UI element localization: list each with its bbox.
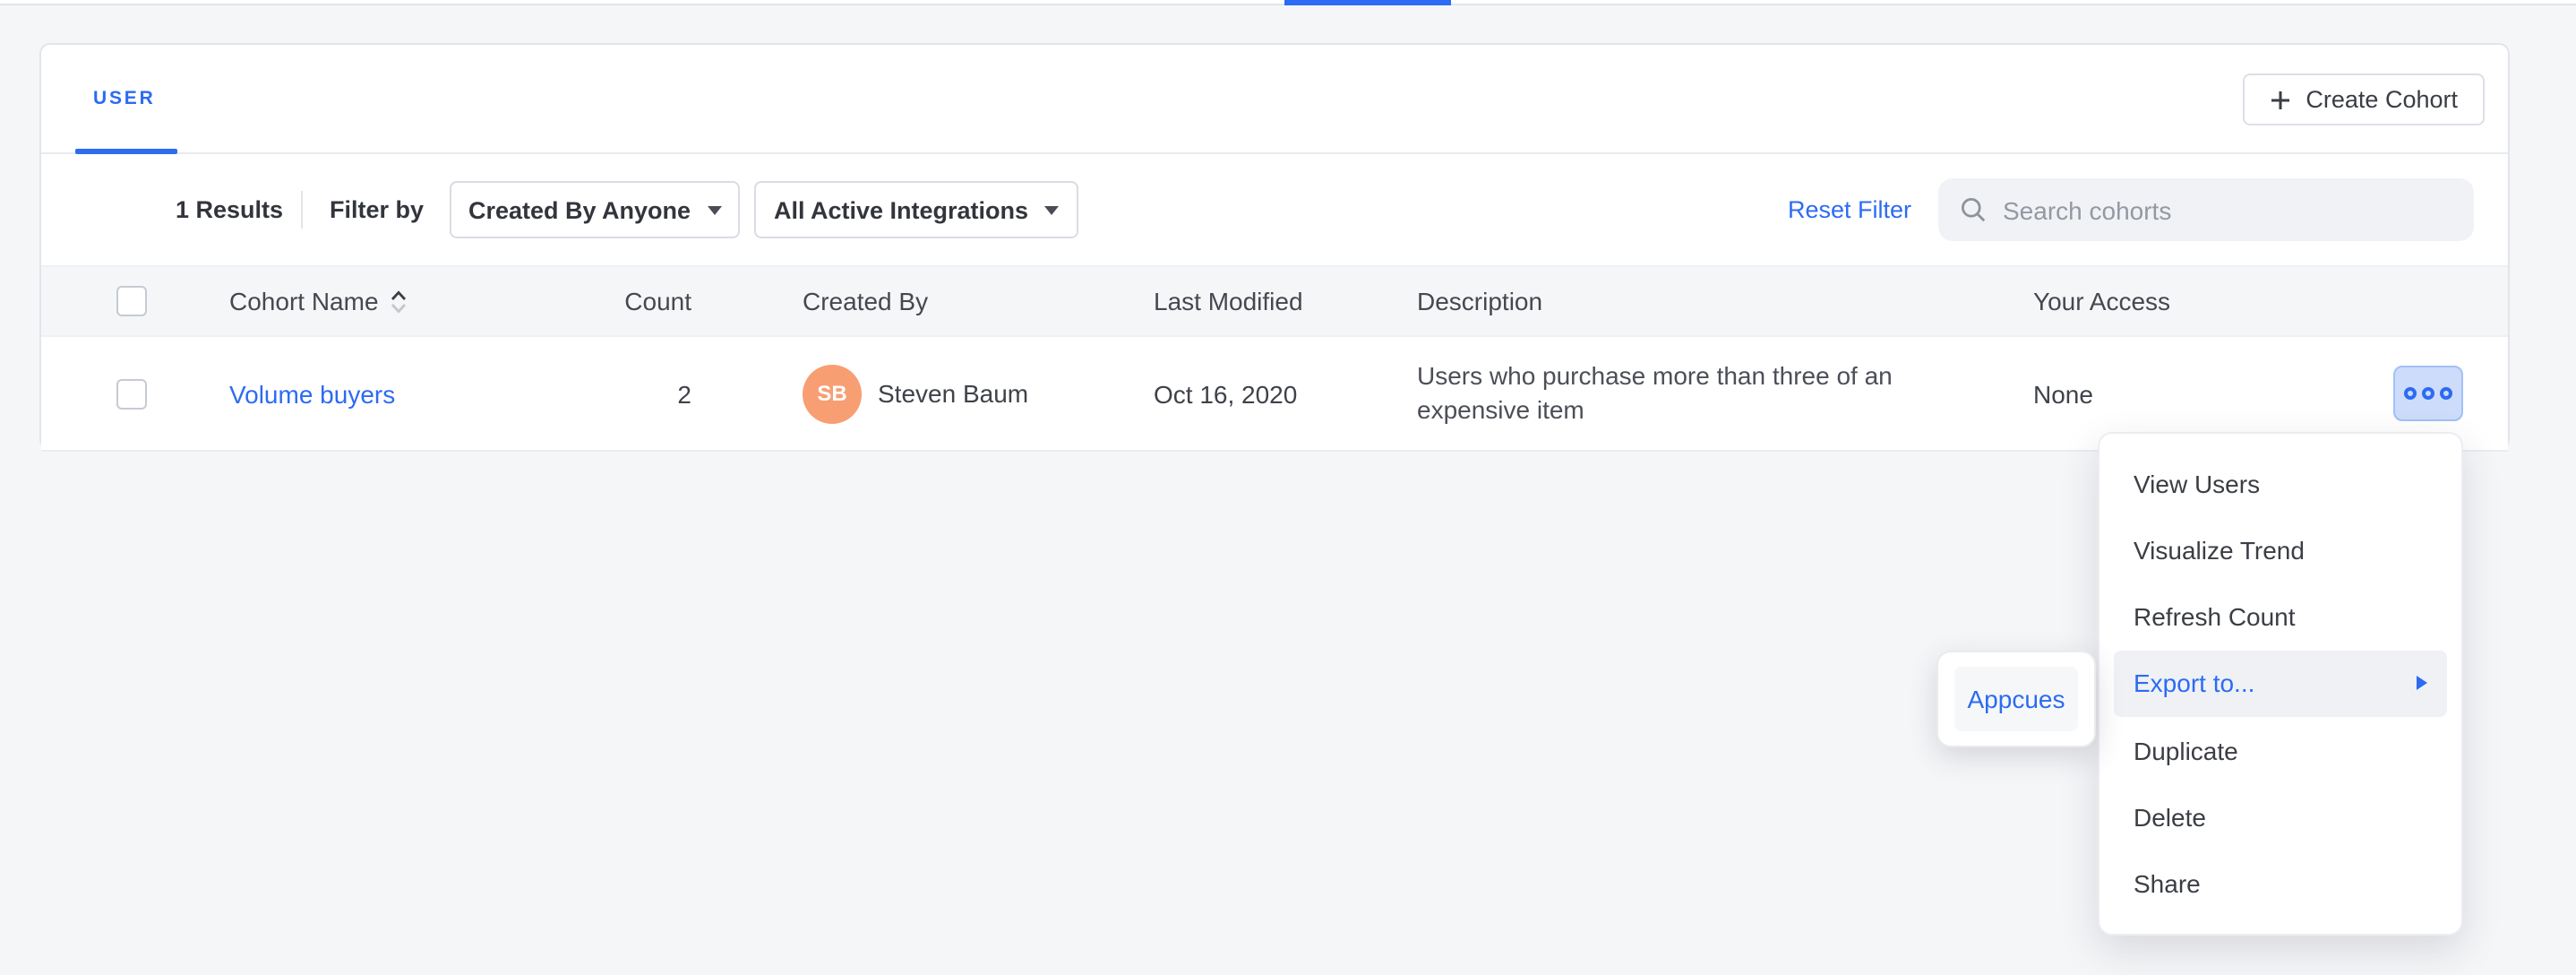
menu-item-export-to[interactable]: Export to... [2114, 651, 2447, 718]
integrations-dropdown-label: All Active Integrations [774, 196, 1028, 223]
created-by-dropdown-label: Created By Anyone [468, 196, 691, 223]
column-header-last-modified: Last Modified [1154, 287, 1303, 315]
menu-item-refresh-count[interactable]: Refresh Count [2114, 583, 2447, 651]
search-cohorts-box [1938, 178, 2474, 241]
menu-item-label: Export to... [2134, 669, 2254, 698]
column-header-your-access: Your Access [2033, 287, 2170, 315]
menu-item-label: Visualize Trend [2134, 536, 2305, 565]
cohorts-card: USER Create Cohort 1 Results Filter by C… [39, 43, 2510, 450]
menu-item-label: Refresh Count [2134, 602, 2296, 631]
filter-by-label: Filter by [330, 196, 424, 223]
menu-item-label: View Users [2134, 469, 2260, 497]
kebab-dot [2422, 387, 2434, 400]
menu-item-view-users[interactable]: View Users [2114, 450, 2447, 517]
search-icon [1960, 196, 1987, 223]
menu-item-label: Delete [2134, 803, 2206, 832]
menu-item-share[interactable]: Share [2114, 850, 2447, 918]
last-modified-cell: Oct 16, 2020 [1154, 379, 1297, 408]
create-cohort-button[interactable]: Create Cohort [2243, 73, 2485, 125]
plus-icon [2270, 89, 2291, 110]
submenu-item-appcues[interactable]: Appcues [1954, 667, 2078, 731]
menu-item-label: Duplicate [2134, 737, 2238, 765]
top-navbar-edge [0, 0, 2576, 5]
filter-bar: 1 Results Filter by Created By Anyone Al… [41, 154, 2508, 265]
tab-bar: USER Create Cohort [41, 45, 2508, 154]
description-cell: Users who purchase more than three of an… [1417, 358, 1922, 428]
integrations-dropdown[interactable]: All Active Integrations [754, 181, 1078, 238]
cohort-count: 2 [543, 379, 691, 408]
column-header-created-by: Created By [803, 287, 928, 315]
cohorts-page: USER Create Cohort 1 Results Filter by C… [0, 0, 2576, 975]
export-submenu: Appcues [1936, 651, 2096, 747]
reset-filter-link[interactable]: Reset Filter [1788, 196, 1911, 223]
checkbox[interactable] [116, 286, 147, 316]
menu-item-visualize-trend[interactable]: Visualize Trend [2114, 517, 2447, 584]
chevron-down-icon [707, 205, 721, 214]
tab-user-label: USER [93, 88, 156, 109]
created-by-dropdown[interactable]: Created By Anyone [450, 181, 740, 238]
create-cohort-label: Create Cohort [2306, 86, 2458, 113]
tab-user[interactable]: USER [75, 45, 174, 152]
column-header-count: Count [543, 287, 691, 315]
select-all-checkbox[interactable] [116, 286, 147, 316]
kebab-dot [2404, 387, 2417, 400]
row-checkbox[interactable] [116, 378, 147, 409]
menu-item-duplicate[interactable]: Duplicate [2114, 717, 2447, 784]
filter-divider [301, 191, 303, 229]
column-header-description: Description [1417, 287, 1922, 315]
row-actions-kebab-button[interactable] [2393, 366, 2463, 421]
row-actions-context-menu: View Users Visualize Trend Refresh Count… [2098, 432, 2463, 936]
menu-item-delete[interactable]: Delete [2114, 784, 2447, 851]
submenu-arrow-icon [2417, 677, 2427, 691]
row-checkbox-cell [116, 378, 147, 409]
avatar: SB [803, 364, 862, 423]
sort-icon [391, 289, 408, 313]
kebab-dot [2440, 387, 2452, 400]
table-header-row: Cohort Name Count Created By Last Modifi… [41, 265, 2508, 337]
chevron-down-icon [1044, 205, 1059, 214]
results-count: 1 Results [176, 196, 283, 223]
created-by-cell: SB Steven Baum [803, 364, 1028, 423]
search-input[interactable] [2003, 195, 2452, 224]
tab-user-active-underline [75, 148, 177, 154]
cohort-name-link[interactable]: Volume buyers [229, 379, 395, 408]
menu-item-label: Share [2134, 870, 2201, 899]
active-nav-tab-indicator [1284, 0, 1451, 5]
column-header-cohort-name[interactable]: Cohort Name [229, 287, 408, 315]
description-text: Users who purchase more than three of an… [1417, 358, 1922, 428]
your-access-cell: None [2033, 379, 2093, 408]
column-header-cohort-name-label: Cohort Name [229, 287, 379, 315]
created-by-name: Steven Baum [878, 379, 1028, 408]
